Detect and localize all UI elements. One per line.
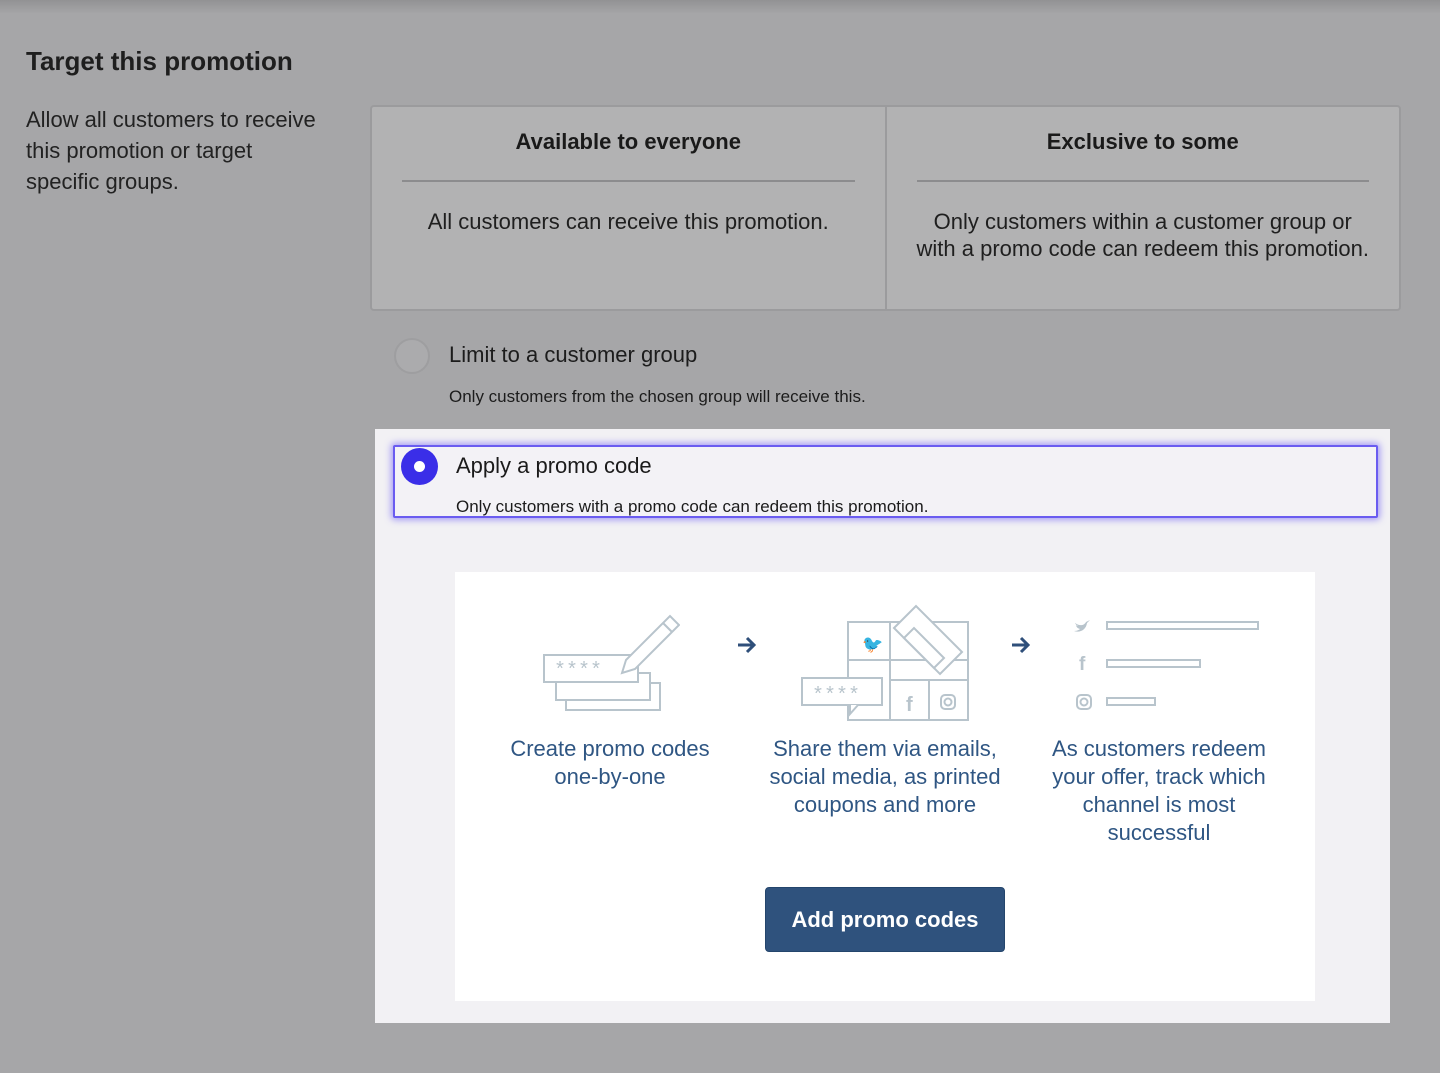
- section-description: Allow all customers to receive this prom…: [26, 107, 316, 194]
- arrow-right-icon: [738, 636, 757, 654]
- radio-sublabel: Only customers with a promo code can red…: [456, 497, 929, 516]
- radio-promo-code[interactable]: Apply a promo code Only customers with a…: [393, 445, 1378, 518]
- top-shadow: [0, 0, 1440, 14]
- svg-text:****: ****: [554, 660, 602, 683]
- add-promo-codes-button[interactable]: Add promo codes: [765, 887, 1005, 952]
- targeting-options: Available to everyone All customers can …: [370, 105, 1401, 311]
- radio-button-selected[interactable]: [401, 448, 438, 485]
- promo-codes-pencil-icon: ****: [543, 614, 680, 711]
- radio-label: Limit to a customer group: [449, 342, 698, 367]
- arrow-right-icon: [1012, 636, 1031, 654]
- option-body: All customers can receive this promotion…: [427, 209, 829, 234]
- option-available-to-everyone[interactable]: Available to everyone All customers can …: [372, 107, 885, 309]
- radio-sublabel: Only customers from the chosen group wil…: [449, 387, 866, 406]
- svg-text:f: f: [1079, 654, 1086, 675]
- svg-text:🐦: 🐦: [862, 635, 883, 655]
- option-body: Only customers within a customer group o…: [916, 209, 1369, 261]
- option-title: Exclusive to some: [916, 129, 1369, 182]
- step-text: Share them via emails, social media, as …: [769, 736, 1001, 817]
- option-exclusive-to-some[interactable]: Exclusive to some Only customers within …: [884, 107, 1400, 309]
- svg-text:f: f: [906, 694, 913, 716]
- radio-customer-group[interactable]: Limit to a customer group Only customers…: [394, 338, 1394, 418]
- channel-tracking-icon: f: [1074, 620, 1259, 710]
- step-text: As customers redeem your offer, track wh…: [1052, 736, 1266, 845]
- svg-text:****: ****: [812, 685, 860, 708]
- step-text: Create promo codes one-by-one: [510, 736, 710, 789]
- radio-label: Apply a promo code: [456, 453, 652, 478]
- promo-code-panel: Apply a promo code Only customers with a…: [375, 429, 1390, 1023]
- radio-dot: [414, 461, 425, 472]
- option-title: Available to everyone: [402, 129, 855, 182]
- section-title: Target this promotion: [26, 46, 293, 76]
- promo-code-explainer-card: **** **** 🐦 f f Create promo codes one-b…: [455, 572, 1315, 1001]
- share-coupons-icon: **** 🐦 f: [801, 604, 969, 721]
- radio-button-unselected[interactable]: [394, 338, 430, 374]
